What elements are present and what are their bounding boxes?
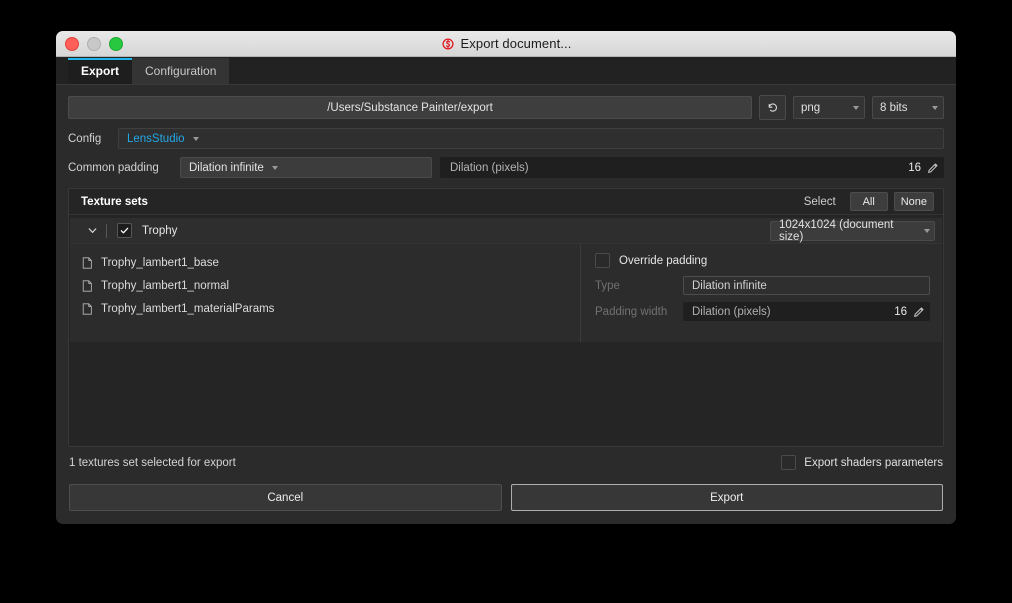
texture-set-name: Trophy bbox=[142, 225, 770, 237]
tab-configuration-label: Configuration bbox=[145, 64, 216, 78]
export-document-dialog: Export document... Export Configuration … bbox=[56, 31, 956, 524]
chevron-down-icon bbox=[193, 137, 199, 141]
tab-bar: Export Configuration bbox=[56, 57, 956, 85]
dilation-value: 16 bbox=[908, 162, 921, 174]
texture-sets-list[interactable]: Trophy 1024x1024 (document size) bbox=[69, 215, 943, 446]
window-controls bbox=[65, 37, 123, 51]
close-window-button[interactable] bbox=[65, 37, 79, 51]
texture-set-row-trophy[interactable]: Trophy 1024x1024 (document size) bbox=[70, 218, 942, 243]
export-shaders-checkbox[interactable] bbox=[781, 455, 796, 470]
select-label: Select bbox=[804, 196, 836, 208]
texture-set-body: Trophy_lambert1_base Trophy_lambert1_nor… bbox=[70, 243, 942, 342]
texture-name: Trophy_lambert1_base bbox=[101, 257, 219, 269]
tab-export-label: Export bbox=[81, 64, 119, 78]
config-dropdown[interactable]: LensStudio bbox=[118, 128, 944, 149]
override-type-dropdown[interactable]: Dilation infinite bbox=[683, 276, 930, 295]
title-bar: Export document... bbox=[56, 31, 956, 57]
pencil-edit-icon[interactable] bbox=[912, 305, 926, 319]
texture-sets-title: Texture sets bbox=[81, 196, 804, 208]
pencil-edit-icon[interactable] bbox=[926, 161, 940, 175]
dialog-body: /Users/Substance Painter/export png 8 bi… bbox=[56, 85, 956, 524]
expand-collapse-button[interactable] bbox=[82, 221, 102, 241]
status-row: 1 textures set selected for export Expor… bbox=[68, 447, 944, 470]
screen-root: Export document... Export Configuration … bbox=[0, 0, 1012, 603]
config-label: Config bbox=[68, 133, 118, 145]
texture-name: Trophy_lambert1_materialParams bbox=[101, 303, 274, 315]
bit-depth-value: 8 bits bbox=[880, 102, 924, 114]
override-padding-checkbox[interactable] bbox=[595, 253, 610, 268]
list-item[interactable]: Trophy_lambert1_normal bbox=[82, 276, 580, 295]
override-padding-width-row: Padding width Dilation (pixels) 16 bbox=[595, 302, 930, 321]
config-row: Config LensStudio bbox=[68, 128, 944, 149]
dilation-placeholder: Dilation (pixels) bbox=[450, 162, 908, 174]
chevron-down-icon bbox=[272, 166, 278, 170]
common-padding-label: Common padding bbox=[68, 162, 180, 174]
select-all-button[interactable]: All bbox=[850, 192, 888, 211]
document-icon bbox=[82, 280, 93, 292]
override-padding-row: Override padding bbox=[595, 253, 930, 268]
common-padding-row: Common padding Dilation infinite Dilatio… bbox=[68, 157, 944, 178]
reset-arrow-icon bbox=[766, 101, 779, 114]
resolution-dropdown[interactable]: 1024x1024 (document size) bbox=[770, 221, 935, 241]
dialog-buttons: Cancel Export bbox=[68, 470, 944, 524]
override-padding-value: 16 bbox=[894, 306, 907, 318]
export-path-row: /Users/Substance Painter/export png 8 bi… bbox=[68, 95, 944, 120]
override-type-label: Type bbox=[595, 280, 683, 292]
select-none-button[interactable]: None bbox=[894, 192, 934, 211]
export-button[interactable]: Export bbox=[511, 484, 944, 511]
override-padding-width-input[interactable]: Dilation (pixels) 16 bbox=[683, 302, 930, 321]
override-padding-section: Override padding Type Dilation infinite … bbox=[581, 244, 942, 342]
maximize-window-button[interactable] bbox=[109, 37, 123, 51]
texture-sets-panel: Texture sets Select All None bbox=[68, 188, 944, 447]
resolution-value: 1024x1024 (document size) bbox=[779, 219, 916, 243]
override-padding-placeholder: Dilation (pixels) bbox=[692, 306, 894, 318]
override-padding-width-label: Padding width bbox=[595, 306, 683, 318]
texture-set-checkbox[interactable] bbox=[117, 223, 132, 238]
texture-name: Trophy_lambert1_normal bbox=[101, 280, 229, 292]
tab-export[interactable]: Export bbox=[68, 58, 132, 84]
cancel-button[interactable]: Cancel bbox=[69, 484, 502, 511]
chevron-down-icon bbox=[86, 224, 99, 237]
chevron-down-icon bbox=[853, 106, 859, 110]
chevron-down-icon bbox=[932, 106, 938, 110]
reset-path-button[interactable] bbox=[759, 95, 786, 120]
format-value: png bbox=[801, 102, 845, 114]
common-padding-dropdown[interactable]: Dilation infinite bbox=[180, 157, 432, 178]
format-dropdown[interactable]: png bbox=[793, 96, 865, 119]
bit-depth-dropdown[interactable]: 8 bits bbox=[872, 96, 944, 119]
dilation-pixels-input[interactable]: Dilation (pixels) 16 bbox=[440, 157, 944, 178]
status-text: 1 textures set selected for export bbox=[69, 457, 781, 469]
chevron-down-icon bbox=[924, 229, 930, 233]
document-icon bbox=[82, 303, 93, 315]
export-shaders-label: Export shaders parameters bbox=[804, 457, 943, 469]
minimize-window-button[interactable] bbox=[87, 37, 101, 51]
tab-configuration[interactable]: Configuration bbox=[132, 58, 229, 84]
list-item[interactable]: Trophy_lambert1_base bbox=[82, 253, 580, 272]
export-path-field[interactable]: /Users/Substance Painter/export bbox=[68, 96, 752, 119]
texture-sets-header: Texture sets Select All None bbox=[69, 189, 943, 215]
window-title: Export document... bbox=[461, 36, 572, 51]
override-type-value: Dilation infinite bbox=[692, 280, 767, 292]
config-value: LensStudio bbox=[127, 133, 185, 145]
divider bbox=[106, 224, 107, 238]
document-icon bbox=[82, 257, 93, 269]
common-padding-value: Dilation infinite bbox=[189, 162, 264, 174]
override-type-row: Type Dilation infinite bbox=[595, 276, 930, 295]
list-item[interactable]: Trophy_lambert1_materialParams bbox=[82, 299, 580, 318]
title-bar-center: Export document... bbox=[56, 36, 956, 51]
texture-output-list: Trophy_lambert1_base Trophy_lambert1_nor… bbox=[70, 244, 581, 342]
override-padding-label: Override padding bbox=[619, 255, 707, 267]
checkmark-icon bbox=[119, 225, 130, 236]
substance-painter-logo-icon bbox=[441, 37, 455, 51]
